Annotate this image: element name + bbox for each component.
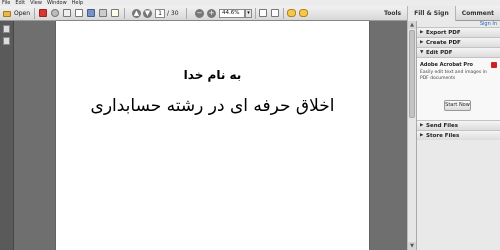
tab-tools[interactable]: Tools xyxy=(378,6,407,21)
product-name: Adobe Acrobat Pro xyxy=(420,62,473,68)
scroll-thumb[interactable] xyxy=(409,30,415,118)
section-create-pdf[interactable]: ▶ Create PDF xyxy=(417,37,500,47)
section-store-files[interactable]: ▶ Store Files xyxy=(417,130,500,140)
convert-icon[interactable] xyxy=(75,9,83,17)
acrobat-icon xyxy=(491,62,497,68)
edit-document-icon[interactable] xyxy=(63,9,71,17)
folder-icon xyxy=(3,10,11,17)
document-title: اخلاق حرفه ای در رشته حسابداری xyxy=(90,96,335,116)
document-heading: به نام خدا xyxy=(183,68,242,82)
full-screen-icon[interactable] xyxy=(271,9,279,17)
comment-icon[interactable] xyxy=(287,9,296,17)
edit-pdf-panel: Adobe Acrobat Pro Easily edit text and i… xyxy=(417,57,500,120)
task-tabs: Tools Fill & Sign Comment xyxy=(378,6,500,21)
bookmarks-icon[interactable] xyxy=(3,37,10,45)
navigation-pane xyxy=(0,21,14,250)
toolbar-divider xyxy=(124,8,125,19)
zoom-dropdown-button[interactable]: ▾ xyxy=(245,9,252,18)
section-send-files[interactable]: ▶ Send Files xyxy=(417,120,500,130)
settings-icon[interactable] xyxy=(51,9,59,17)
section-edit-pdf[interactable]: ▼ Edit PDF xyxy=(417,47,500,57)
toolbar-divider xyxy=(186,8,187,19)
section-label: Store Files xyxy=(426,132,460,139)
save-icon[interactable] xyxy=(87,9,95,17)
section-label: Edit PDF xyxy=(426,49,453,56)
toolbar-divider xyxy=(283,8,284,19)
scroll-down-button[interactable]: ▼ xyxy=(408,242,416,250)
previous-page-button[interactable]: ▲ xyxy=(132,9,141,18)
document-page: به نام خدا اخلاق حرفه ای در رشته حسابدار… xyxy=(56,21,369,250)
tab-fill-sign[interactable]: Fill & Sign xyxy=(407,6,456,21)
next-page-button[interactable]: ▼ xyxy=(143,9,152,18)
zoom-level-input[interactable]: 44.6% xyxy=(219,9,245,18)
tab-comment[interactable]: Comment xyxy=(456,6,500,21)
zoom-out-button[interactable]: − xyxy=(195,9,204,18)
email-icon[interactable] xyxy=(111,9,119,17)
create-pdf-icon[interactable] xyxy=(39,9,47,17)
open-button[interactable]: Open xyxy=(3,9,30,18)
open-label: Open xyxy=(13,10,30,17)
section-label: Send Files xyxy=(426,122,458,129)
toolbar-divider xyxy=(34,8,35,19)
scroll-up-button[interactable]: ▲ xyxy=(408,21,416,29)
vertical-scrollbar[interactable]: ▲ ▼ xyxy=(407,21,416,250)
fit-page-icon[interactable] xyxy=(259,9,267,17)
page-thumbnails-icon[interactable] xyxy=(3,25,10,33)
page-number-input[interactable]: 1 xyxy=(155,9,165,18)
tools-pane: Sign In ▶ Export PDF ▶ Create PDF ▼ Edit… xyxy=(416,21,500,250)
section-export-pdf[interactable]: ▶ Export PDF xyxy=(417,27,500,37)
product-description: Easily edit text and images in PDF docum… xyxy=(420,70,487,81)
zoom-in-button[interactable]: + xyxy=(207,9,216,18)
start-now-button[interactable]: Start Now xyxy=(444,100,471,111)
toolbar-divider xyxy=(255,8,256,19)
highlight-icon[interactable] xyxy=(299,9,308,17)
page-total: / 30 xyxy=(167,10,179,17)
print-icon[interactable] xyxy=(99,9,107,17)
section-label: Export PDF xyxy=(426,29,461,36)
section-label: Create PDF xyxy=(426,39,461,46)
